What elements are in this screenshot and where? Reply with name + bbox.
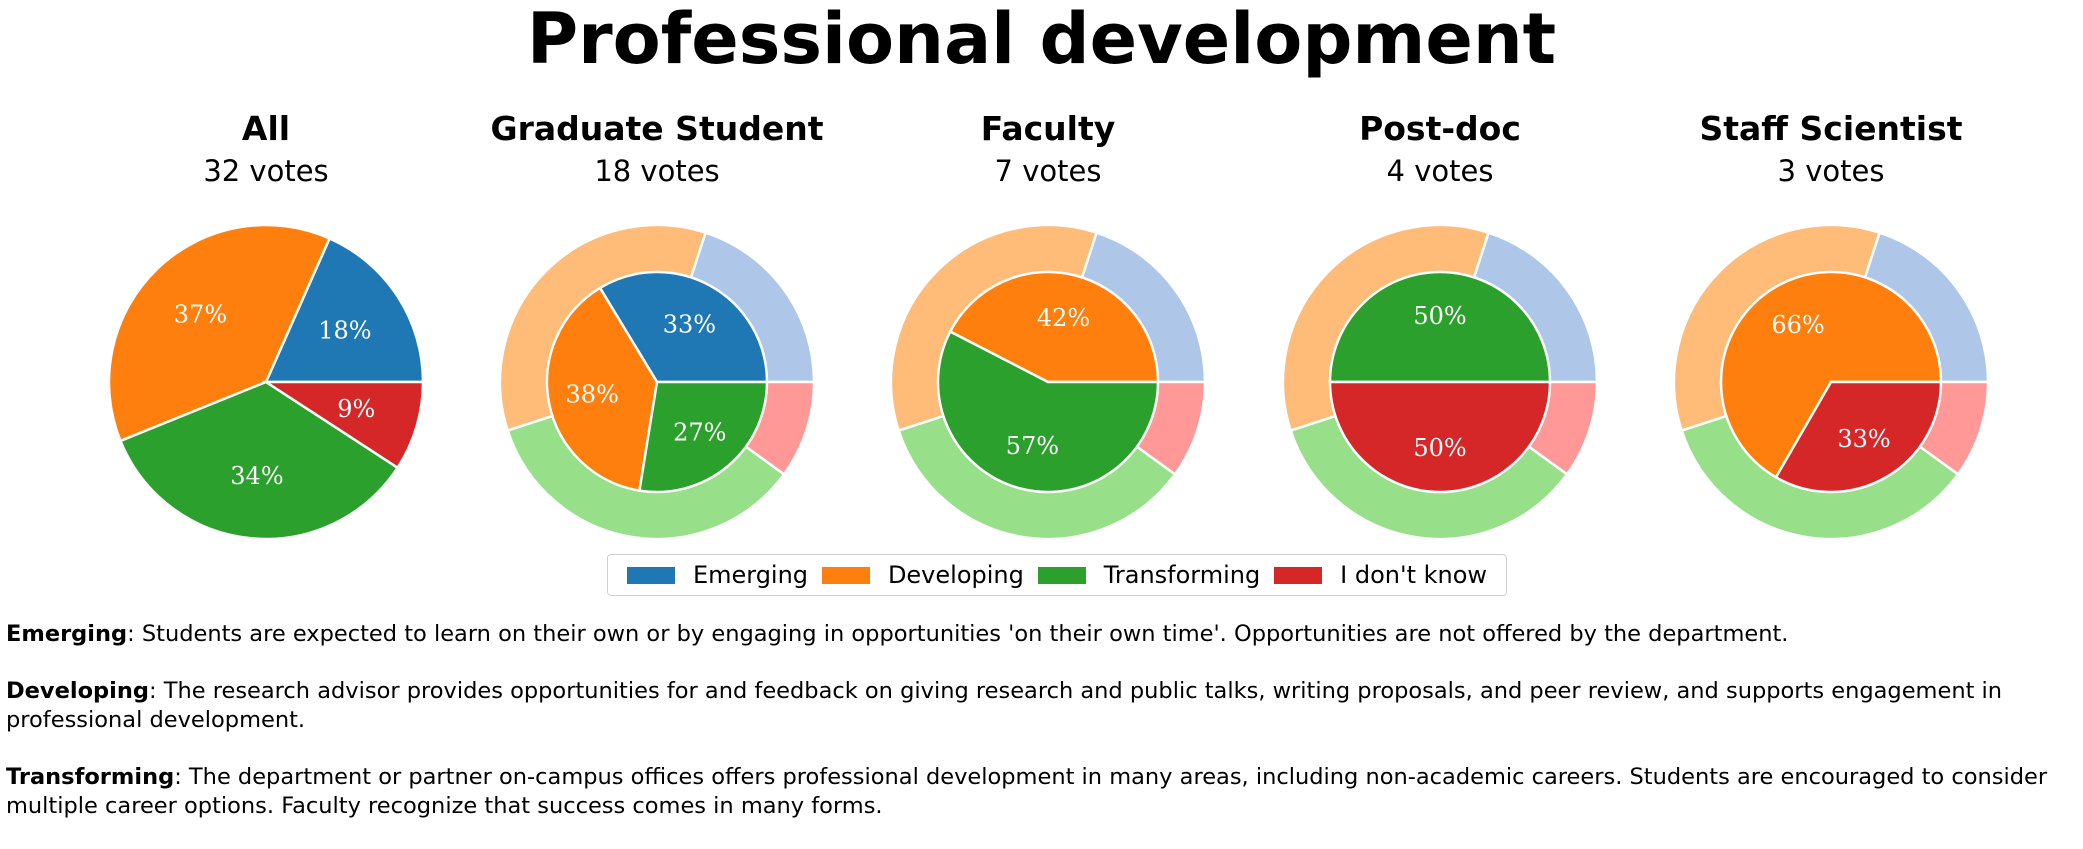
pie-5-subtitle: 3 votes bbox=[1778, 154, 1885, 188]
pie-4-inner-label-transforming: 50% bbox=[1413, 302, 1466, 330]
definition-text: : The research advisor provides opportun… bbox=[6, 678, 2003, 733]
pie-2-inner-label-transforming: 27% bbox=[673, 418, 726, 446]
pie-charts: All 32 votes 18% 37% 34% 9% Graduate Student 18… bbox=[107, 109, 1990, 541]
definition-transforming: Transforming: The department or partner … bbox=[6, 763, 2076, 821]
legend-item-emerging: Emerging bbox=[626, 561, 809, 589]
definitions: Emerging: Students are expected to learn… bbox=[6, 620, 2076, 849]
legend-label-emerging: Emerging bbox=[692, 561, 809, 589]
pie-1-title: All bbox=[242, 109, 290, 148]
legend-label-idk: I don't know bbox=[1340, 561, 1488, 589]
pie-1-label-emerging: 18% bbox=[318, 317, 371, 345]
legend: Emerging Developing Transforming I don't… bbox=[607, 554, 1507, 596]
pie-3-subtitle: 7 votes bbox=[995, 154, 1102, 188]
pie-5-inner-label-idk: 33% bbox=[1837, 425, 1890, 453]
pie-2-subtitle: 18 votes bbox=[594, 154, 719, 188]
definition-emerging: Emerging: Students are expected to learn… bbox=[6, 620, 2076, 649]
pie-2-title: Graduate Student bbox=[491, 109, 824, 148]
pie-3-title: Faculty bbox=[981, 109, 1116, 148]
pie-1-label-idk: 9% bbox=[337, 395, 375, 423]
legend-swatch-emerging bbox=[626, 566, 675, 584]
legend-label-developing: Developing bbox=[887, 561, 1024, 589]
pie-2-inner-label-developing: 38% bbox=[566, 381, 619, 409]
definition-developing: Developing: The research advisor provide… bbox=[6, 677, 2076, 735]
legend-swatch-transforming bbox=[1037, 566, 1086, 584]
pie-2-inner-label-emerging: 33% bbox=[663, 310, 716, 338]
pie-4-subtitle: 4 votes bbox=[1387, 154, 1494, 188]
definition-text: : The department or partner on-campus of… bbox=[6, 764, 2048, 819]
definition-term: Transforming bbox=[6, 764, 175, 790]
pie-1-label-developing: 37% bbox=[174, 300, 227, 328]
pie-1-label-transforming: 34% bbox=[230, 462, 283, 490]
legend-item-developing: Developing bbox=[821, 561, 1024, 589]
legend-label-transforming: Transforming bbox=[1103, 561, 1261, 589]
legend-item-transforming: Transforming bbox=[1037, 561, 1261, 589]
pie-3-inner-label-transforming: 57% bbox=[1006, 432, 1059, 460]
pie-3-inner-label-developing: 42% bbox=[1037, 304, 1090, 332]
legend-item-idk: I don't know bbox=[1274, 561, 1487, 589]
definition-term: Developing bbox=[6, 678, 149, 704]
legend-swatch-developing bbox=[821, 566, 870, 584]
definition-term: Emerging bbox=[6, 621, 128, 647]
pie-5-title: Staff Scientist bbox=[1699, 109, 1962, 148]
pie-5-inner-label-developing: 66% bbox=[1771, 311, 1824, 339]
pie-4-inner-label-idk: 50% bbox=[1413, 434, 1466, 462]
pie-4-title: Post-doc bbox=[1359, 109, 1521, 148]
definition-text: : Students are expected to learn on thei… bbox=[127, 621, 1789, 647]
legend-swatch-idk bbox=[1274, 566, 1323, 584]
pie-1-subtitle: 32 votes bbox=[203, 154, 328, 188]
